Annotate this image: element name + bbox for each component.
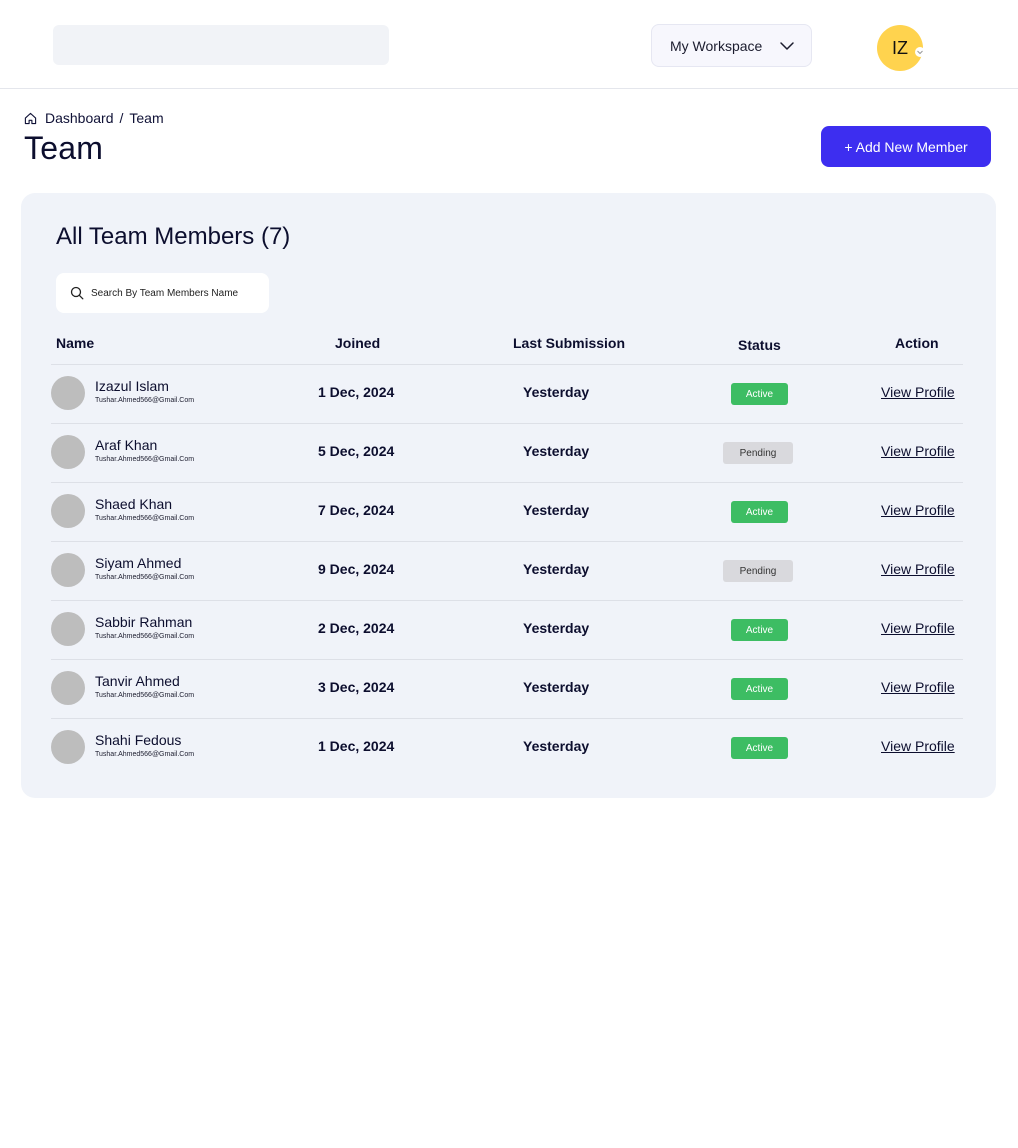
member-last-submission: Yesterday bbox=[523, 679, 590, 695]
member-joined: 5 Dec, 2024 bbox=[318, 443, 395, 459]
member-name: Araf Khan bbox=[95, 437, 158, 453]
column-header-joined: Joined bbox=[335, 335, 381, 351]
breadcrumb-team: Team bbox=[129, 110, 164, 126]
table-row: Sabbir Rahman Tushar.Ahmed566@Gmail.Com 2 … bbox=[21, 601, 996, 659]
column-header-status: Status bbox=[738, 337, 781, 353]
view-profile-link[interactable]: View Profile bbox=[881, 738, 955, 754]
member-email: Tushar.Ahmed566@Gmail.Com bbox=[95, 397, 195, 404]
status-badge: Active bbox=[731, 737, 788, 759]
workspace-label: My Workspace bbox=[670, 37, 763, 54]
member-search-input[interactable] bbox=[91, 287, 261, 299]
user-avatar[interactable]: IZ bbox=[877, 25, 925, 71]
member-avatar bbox=[51, 376, 85, 410]
column-header-last-submission: Last Submission bbox=[513, 335, 626, 351]
member-avatar bbox=[51, 494, 85, 528]
user-initials: IZ bbox=[892, 37, 908, 58]
table-row: Shahi Fedous Tushar.Ahmed566@Gmail.Com 1 D… bbox=[21, 719, 996, 777]
member-avatar bbox=[51, 553, 85, 587]
table-row: Shaed Khan Tushar.Ahmed566@Gmail.Com 7 Dec… bbox=[21, 483, 996, 541]
member-last-submission: Yesterday bbox=[523, 443, 590, 459]
workspace-selector[interactable]: My Workspace bbox=[651, 24, 812, 67]
view-profile-link[interactable]: View Profile bbox=[881, 620, 955, 636]
global-search-input[interactable] bbox=[53, 25, 389, 65]
team-members-title: All Team Members (7) bbox=[56, 223, 291, 250]
member-email: Tushar.Ahmed566@Gmail.Com bbox=[95, 633, 195, 640]
member-joined: 1 Dec, 2024 bbox=[318, 384, 395, 400]
table-row: Tanvir Ahmed Tushar.Ahmed566@Gmail.Com 3 D… bbox=[21, 660, 996, 718]
column-header-action: Action bbox=[895, 335, 939, 351]
member-joined: 7 Dec, 2024 bbox=[318, 502, 395, 518]
status-badge: Active bbox=[731, 678, 788, 700]
home-icon bbox=[24, 112, 37, 124]
view-profile-link[interactable]: View Profile bbox=[881, 561, 955, 577]
member-email: Tushar.Ahmed566@Gmail.Com bbox=[95, 515, 195, 522]
member-email: Tushar.Ahmed566@Gmail.Com bbox=[95, 692, 195, 699]
breadcrumb: Dashboard / Team bbox=[24, 110, 164, 126]
member-search-box[interactable] bbox=[56, 273, 269, 313]
view-profile-link[interactable]: View Profile bbox=[881, 443, 955, 459]
table-row: Siyam Ahmed Tushar.Ahmed566@Gmail.Com 9 De… bbox=[21, 542, 996, 600]
status-badge: Pending bbox=[723, 560, 793, 582]
member-name: Siyam Ahmed bbox=[95, 555, 182, 571]
table-row: Araf Khan Tushar.Ahmed566@Gmail.Com 5 Dec,… bbox=[21, 424, 996, 482]
breadcrumb-separator: / bbox=[119, 110, 124, 126]
member-joined: 1 Dec, 2024 bbox=[318, 738, 395, 754]
status-badge: Active bbox=[731, 383, 788, 405]
view-profile-link[interactable]: View Profile bbox=[881, 502, 955, 518]
status-badge: Active bbox=[731, 501, 788, 523]
column-header-name: Name bbox=[56, 335, 95, 351]
member-name: Sabbir Rahman bbox=[95, 614, 193, 630]
member-joined: 3 Dec, 2024 bbox=[318, 679, 395, 695]
member-last-submission: Yesterday bbox=[523, 502, 590, 518]
member-name: Shaed Khan bbox=[95, 496, 173, 512]
avatar-chevron-icon bbox=[915, 47, 925, 57]
member-joined: 9 Dec, 2024 bbox=[318, 561, 395, 577]
member-avatar bbox=[51, 612, 85, 646]
breadcrumb-dashboard[interactable]: Dashboard bbox=[45, 110, 114, 126]
view-profile-link[interactable]: View Profile bbox=[881, 679, 955, 695]
member-name: Izazul Islam bbox=[95, 378, 169, 394]
member-name: Shahi Fedous bbox=[95, 732, 182, 748]
view-profile-link[interactable]: View Profile bbox=[881, 384, 955, 400]
member-avatar bbox=[51, 435, 85, 469]
status-badge: Pending bbox=[723, 442, 793, 464]
member-avatar bbox=[51, 730, 85, 764]
status-badge: Active bbox=[731, 619, 788, 641]
table-row: Izazul Islam Tushar.Ahmed566@Gmail.Com 1 D… bbox=[21, 365, 996, 423]
member-joined: 2 Dec, 2024 bbox=[318, 620, 395, 636]
member-name: Tanvir Ahmed bbox=[95, 673, 180, 689]
member-last-submission: Yesterday bbox=[523, 738, 590, 754]
member-email: Tushar.Ahmed566@Gmail.Com bbox=[95, 751, 195, 758]
member-last-submission: Yesterday bbox=[523, 561, 590, 577]
member-last-submission: Yesterday bbox=[523, 384, 590, 400]
member-last-submission: Yesterday bbox=[523, 620, 590, 636]
team-members-card: All Team Members (7) Name Joined Last Su… bbox=[21, 193, 996, 798]
search-icon bbox=[70, 286, 84, 300]
member-avatar bbox=[51, 671, 85, 705]
add-new-member-button[interactable]: + Add New Member bbox=[821, 126, 991, 167]
member-email: Tushar.Ahmed566@Gmail.Com bbox=[95, 574, 195, 581]
top-bar: My Workspace IZ bbox=[0, 0, 1018, 89]
member-email: Tushar.Ahmed566@Gmail.Com bbox=[95, 456, 195, 463]
chevron-down-icon bbox=[780, 42, 794, 50]
page-title: Team bbox=[24, 130, 104, 166]
